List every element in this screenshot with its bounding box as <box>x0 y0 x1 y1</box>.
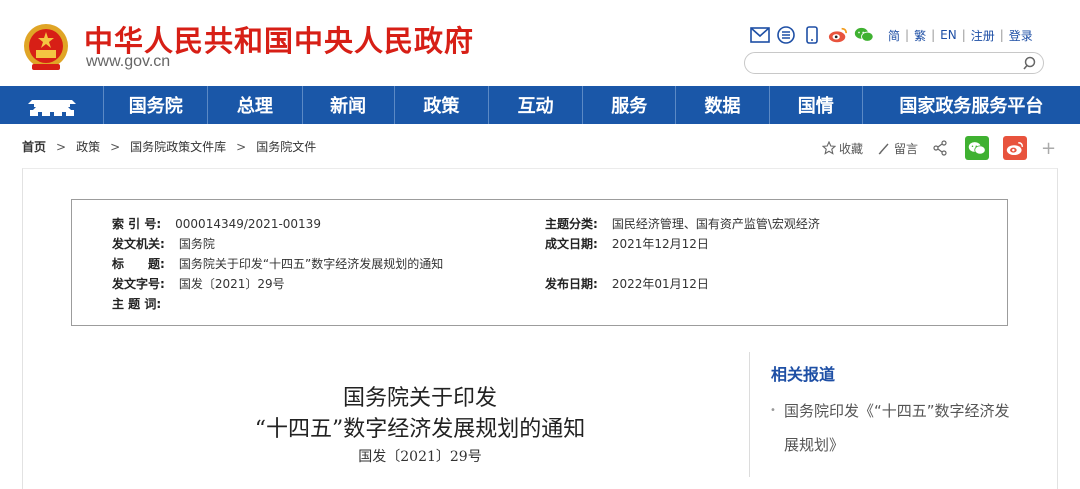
breadcrumb-separator: > <box>110 139 121 154</box>
sidebar-divider <box>749 352 750 477</box>
document-number: 国发〔2021〕29号 <box>358 449 482 465</box>
search-input[interactable] <box>755 54 1019 74</box>
meta-row-published: 发布日期: 2022年01月12日 <box>545 275 709 292</box>
meta-row-date-written: 成文日期: 2021年12月12日 <box>545 235 709 252</box>
meta-row-title: 标 题: 国务院关于印发“十四五”数字经济发展规划的通知 <box>112 255 443 272</box>
traditional-link[interactable]: 繁 <box>914 27 926 44</box>
main-nav: 国务院 总理 新闻 政策 互动 服务 数据 国情 国家政务服务平台 <box>0 86 1080 124</box>
meta-row-issuer: 发文机关: 国务院 <box>112 235 215 252</box>
meta-date-written-value: 2021年12月12日 <box>611 237 709 251</box>
meta-row-topic: 主题分类: 国民经济管理、国有资产监管\宏观经济 <box>545 215 820 232</box>
meta-issuer-label: 发文机关: <box>112 237 165 251</box>
share-more-icon[interactable]: + <box>1041 138 1056 159</box>
star-icon <box>822 141 836 155</box>
meta-topic-value: 国民经济管理、国有资产监管\宏观经济 <box>611 217 820 231</box>
favorite-button[interactable]: 收藏 <box>822 140 863 157</box>
weibo-icon[interactable] <box>828 25 848 45</box>
meta-row-doc-number: 发文字号: 国发〔2021〕29号 <box>112 275 285 292</box>
nav-item-policy[interactable]: 政策 <box>395 86 489 124</box>
meta-doc-number-label: 发文字号: <box>112 277 165 291</box>
mobile-icon[interactable] <box>802 25 822 45</box>
breadcrumb-home[interactable]: 首页 <box>22 138 46 155</box>
related-item-link[interactable]: 国务院印发《“十四五”数字经济发展规划》 <box>771 394 1011 462</box>
header-toolbar: 简 | 繁 | EN | 注册 | 登录 <box>750 24 1033 46</box>
nav-item-interaction[interactable]: 互动 <box>489 86 584 124</box>
nav-item-gov-service-platform[interactable]: 国家政务服务平台 <box>863 86 1080 124</box>
favorite-label: 收藏 <box>839 141 864 156</box>
share-icon[interactable] <box>932 140 951 156</box>
meta-published-label: 发布日期: <box>545 277 598 291</box>
site-header: 中华人民共和国中央人民政府 www.gov.cn 简 | 繁 | EN | 注册… <box>0 0 1080 86</box>
tiananmen-icon <box>27 100 76 116</box>
document-metadata-table: 索 引 号: 000014349/2021-00139 主题分类: 国民经济管理… <box>71 199 1008 326</box>
nav-item-premier[interactable]: 总理 <box>208 86 303 124</box>
breadcrumb-state-council-docs[interactable]: 国务院文件 <box>256 138 316 155</box>
national-emblem-icon <box>22 22 70 72</box>
breadcrumb-bar: 首页 > 政策 > 国务院政策文件库 > 国务院文件 收藏 留言 + <box>0 124 1080 168</box>
meta-published-value: 2022年01月12日 <box>611 277 709 291</box>
breadcrumb-separator: > <box>236 139 247 154</box>
nav-item-national-profile[interactable]: 国情 <box>770 86 863 124</box>
comment-label: 留言 <box>894 141 919 156</box>
document-title-line1: 国务院关于印发 <box>342 386 497 411</box>
related-heading: 相关报道 <box>771 365 836 384</box>
search-icon[interactable] <box>1021 55 1037 71</box>
language-links: 简 | 繁 | EN | 注册 | 登录 <box>888 27 1033 44</box>
comment-button[interactable]: 留言 <box>877 140 918 157</box>
register-link[interactable]: 注册 <box>971 27 995 44</box>
rss-icon[interactable] <box>776 25 796 45</box>
meta-keywords-label: 主 题 词: <box>112 297 162 311</box>
breadcrumb: 首页 > 政策 > 国务院政策文件库 > 国务院文件 <box>22 138 316 155</box>
meta-title-label: 标 题: <box>112 257 165 271</box>
nav-item-services[interactable]: 服务 <box>583 86 677 124</box>
nav-item-news[interactable]: 新闻 <box>303 86 395 124</box>
meta-index-value: 000014349/2021-00139 <box>175 216 321 231</box>
meta-index-label: 索 引 号: <box>112 217 162 231</box>
search-box <box>744 52 1044 74</box>
meta-doc-number-value: 国发〔2021〕29号 <box>178 277 285 291</box>
simplified-link[interactable]: 简 <box>888 27 900 44</box>
share-weibo-icon[interactable] <box>1003 136 1028 160</box>
nav-item-state-council[interactable]: 国务院 <box>104 86 209 124</box>
wechat-icon[interactable] <box>854 25 874 45</box>
nav-home-button[interactable] <box>0 86 105 124</box>
login-link[interactable]: 登录 <box>1009 27 1033 44</box>
share-wechat-icon[interactable] <box>965 136 990 160</box>
page-tools: 收藏 留言 + <box>822 136 1056 160</box>
meta-title-value: 国务院关于印发“十四五”数字经济发展规划的通知 <box>178 257 444 271</box>
meta-row-keywords: 主 题 词: <box>112 295 161 312</box>
breadcrumb-separator: > <box>56 139 67 154</box>
pencil-icon <box>878 143 889 155</box>
meta-row-index: 索 引 号: 000014349/2021-00139 <box>112 215 321 232</box>
mail-icon[interactable] <box>750 25 770 45</box>
breadcrumb-policy-library[interactable]: 国务院政策文件库 <box>130 138 226 155</box>
breadcrumb-policy[interactable]: 政策 <box>76 138 100 155</box>
meta-topic-label: 主题分类: <box>545 217 598 231</box>
meta-date-written-label: 成文日期: <box>545 237 598 251</box>
document-title-line2: “十四五”数字经济发展规划的通知 <box>254 417 586 442</box>
meta-issuer-value: 国务院 <box>178 237 215 251</box>
site-url[interactable]: www.gov.cn <box>86 53 170 71</box>
bullet-icon: • <box>770 405 776 416</box>
related-item[interactable]: • 国务院印发《“十四五”数字经济发展规划》 <box>770 394 1011 462</box>
nav-item-data[interactable]: 数据 <box>676 86 770 124</box>
english-link[interactable]: EN <box>940 28 957 42</box>
